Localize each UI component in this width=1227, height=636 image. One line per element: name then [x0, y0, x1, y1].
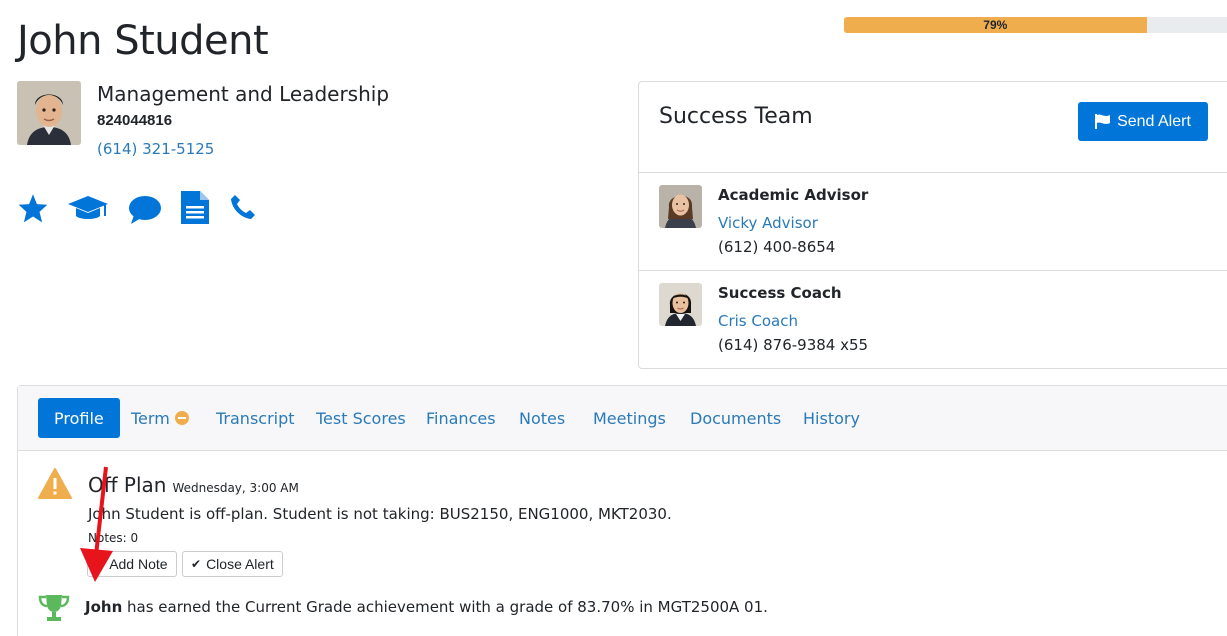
warning-icon	[38, 468, 72, 505]
send-alert-label: Send Alert	[1117, 112, 1191, 130]
tab-history[interactable]: History	[803, 398, 860, 438]
tab-profile[interactable]: Profile	[38, 398, 120, 438]
member-name-link[interactable]: Cris Coach	[718, 312, 798, 330]
document-icon[interactable]	[181, 191, 209, 229]
divider	[639, 172, 1227, 173]
tab-label: Test Scores	[316, 408, 406, 428]
add-note-button[interactable]: + Add Note	[87, 551, 177, 577]
trophy-icon	[38, 594, 70, 627]
student-name: John Student	[17, 18, 269, 64]
alert-title-text: Off Plan	[88, 473, 167, 497]
success-team-card: Success Team Send Alert Academic Advisor…	[638, 81, 1227, 369]
advisor-avatar	[659, 185, 702, 228]
student-phone-link[interactable]: (614) 321-5125	[97, 140, 214, 158]
add-note-label: Add Note	[109, 556, 168, 572]
tab-term[interactable]: Term	[131, 398, 189, 438]
minus-circle-icon	[174, 411, 189, 425]
tab-label: Term	[131, 408, 170, 428]
tab-bar: Profile Term Transcript Test Scores Fina…	[18, 386, 1227, 451]
success-team-title: Success Team	[659, 104, 813, 129]
tab-notes[interactable]: Notes	[519, 398, 565, 438]
student-avatar	[17, 81, 81, 145]
tab-documents[interactable]: Documents	[690, 398, 781, 438]
phone-icon[interactable]	[230, 194, 256, 225]
tab-label: Notes	[519, 408, 566, 428]
tab-label: Finances	[426, 408, 496, 428]
alert-time: Wednesday, 3:00 AM	[172, 481, 299, 495]
student-id: 824044816	[97, 112, 173, 129]
member-role: Academic Advisor	[718, 186, 869, 204]
member-name-link[interactable]: Vicky Advisor	[718, 214, 818, 232]
chat-bubble-icon[interactable]	[128, 195, 162, 230]
tab-meetings[interactable]: Meetings	[593, 398, 666, 438]
flag-icon	[1095, 114, 1111, 129]
close-alert-button[interactable]: ✔ Close Alert	[182, 551, 283, 577]
achievement-text: John has earned the Current Grade achiev…	[85, 598, 768, 616]
alert-notes-count: Notes: 0	[88, 531, 139, 545]
star-icon[interactable]	[17, 193, 49, 228]
send-alert-button[interactable]: Send Alert	[1078, 102, 1208, 141]
progress-fill: 79%	[844, 17, 1147, 33]
close-alert-label: Close Alert	[206, 556, 274, 572]
tab-label: Profile	[54, 408, 104, 428]
student-program: Management and Leadership	[97, 82, 390, 106]
tab-transcript[interactable]: Transcript	[216, 398, 295, 438]
member-phone: (614) 876-9384 x55	[718, 336, 869, 354]
achievement-description: has earned the Current Grade achievement…	[122, 598, 768, 616]
profile-panel: Profile Term Transcript Test Scores Fina…	[17, 385, 1227, 636]
tab-label: Documents	[690, 408, 782, 428]
plus-icon: +	[96, 556, 105, 572]
member-phone: (612) 400-8654	[718, 238, 836, 256]
graduation-cap-icon[interactable]	[67, 194, 109, 227]
coach-avatar	[659, 283, 702, 326]
alert-message: John Student is off-plan. Student is not…	[88, 505, 672, 523]
alert-title: Off Plan Wednesday, 3:00 AM	[88, 473, 299, 497]
achievement-student: John	[85, 598, 123, 616]
member-role: Success Coach	[718, 284, 842, 302]
tab-test-scores[interactable]: Test Scores	[316, 398, 406, 438]
tab-label: Transcript	[216, 408, 295, 428]
check-icon: ✔	[191, 557, 202, 571]
tab-label: History	[803, 408, 860, 428]
tab-label: Meetings	[593, 408, 666, 428]
divider	[639, 270, 1227, 271]
progress-bar: 79%	[844, 17, 1227, 33]
tab-finances[interactable]: Finances	[426, 398, 496, 438]
